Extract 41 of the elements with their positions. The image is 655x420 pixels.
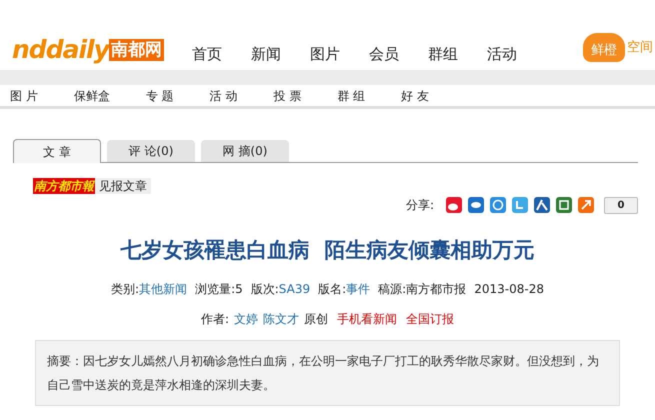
newspaper-logo: 南方都市報 [33,178,95,194]
author-link[interactable]: 陈文才 [263,310,300,328]
subnav-link[interactable]: 好 友 [401,86,429,104]
subnav-link[interactable]: 活 动 [210,86,238,104]
subnav-link[interactable]: 群 组 [337,86,366,104]
meta-label: 版次: [250,280,279,298]
meta-value[interactable]: SA39 [278,280,310,298]
meta-label: 版名: [318,280,346,298]
meta-value[interactable]: 事件 [346,280,370,298]
meta-value: 5 [235,280,243,298]
nav-link[interactable]: 会员 [368,47,399,62]
nav-link[interactable]: 图片 [310,47,340,62]
nav-link[interactable]: 首页 [192,47,222,62]
meta-value[interactable]: 其他新闻 [139,280,188,298]
meta-label: 稿源: [378,280,406,298]
summary-text: 摘要：因七岁女儿嫣然八月初确诊急性白血病，在公明一家电子厂打工的耿秀华散尽家财。但没想到，为自己雪中送炭的竟是萍水相逢的深圳夫妻。 [47,352,600,394]
subnav-link[interactable]: 投 票 [273,86,302,104]
nav-link[interactable]: 群组 [428,47,458,62]
share-count: 0 [604,196,638,214]
arrow-icon[interactable] [578,197,594,213]
square-icon[interactable] [556,197,572,213]
meta-label: 浏览量: [195,280,236,298]
subnav-link[interactable]: 图 片 [10,86,38,104]
tab[interactable]: 评 论(0) [107,140,195,162]
newspaper-link[interactable]: 见报文章 [95,178,151,194]
news-link[interactable]: 全国订报 [406,310,454,328]
tab[interactable]: 网 摘(0) [201,140,289,162]
author-note: 原创 [304,310,328,328]
subnav-link[interactable]: 保鲜盒 [74,86,110,104]
meta-value: 南方都市报 [406,280,466,298]
share-label: 分享: [406,197,434,214]
nav-link[interactable]: 新闻 [250,47,281,62]
meta-label: 类别: [111,280,140,298]
author-link[interactable]: 文婷 [234,310,258,328]
subnav-link[interactable]: 专 题 [146,86,174,104]
article-title: 七岁女孩罹患白血病 陌生病友倾囊相助万元 [119,236,536,264]
news-link[interactable]: 手机看新闻 [337,310,398,328]
meta-value: 2013-08-28 [474,280,544,298]
nav-link[interactable]: 活动 [486,47,517,62]
tab[interactable]: 文 章 [13,139,101,163]
author-label: 作者: [200,310,230,328]
